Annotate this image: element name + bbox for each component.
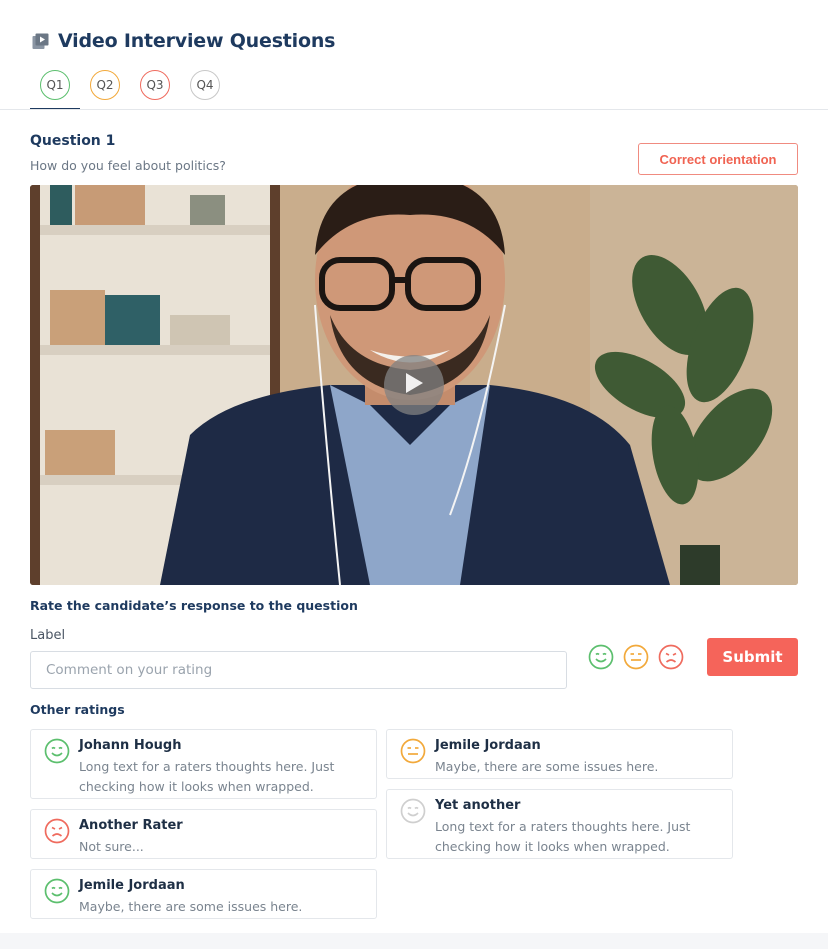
rating-faces (587, 643, 692, 671)
tab-label: Q4 (190, 70, 220, 100)
rating-card: Jemile Jordaan Maybe, there are some iss… (30, 869, 377, 919)
rating-comment: Maybe, there are some issues here. (79, 899, 303, 914)
rater-name: Jemile Jordaan (79, 878, 185, 893)
rating-card: Jemile Jordaan Maybe, there are some iss… (386, 729, 733, 779)
rater-name: Yet another (435, 798, 521, 813)
page-header: Video Interview Questions (30, 30, 335, 52)
tab-q1[interactable]: Q1 (30, 70, 80, 110)
question-text: How do you feel about politics? (30, 158, 226, 173)
rating-comment: Not sure... (79, 839, 144, 854)
neutral-face-icon[interactable] (622, 643, 650, 671)
tab-q3[interactable]: Q3 (130, 70, 180, 110)
video-player[interactable] (30, 185, 798, 585)
tab-label: Q3 (140, 70, 170, 100)
neutral-face-icon (400, 738, 426, 764)
tabs-divider (0, 109, 828, 110)
tab-q2[interactable]: Q2 (80, 70, 130, 110)
rating-card: Another Rater Not sure... (30, 809, 377, 859)
page-title: Video Interview Questions (58, 30, 336, 52)
play-icon (403, 371, 425, 399)
happy-face-icon (44, 738, 70, 764)
tab-q4[interactable]: Q4 (180, 70, 230, 110)
video-library-icon (30, 31, 50, 51)
comment-input[interactable] (30, 651, 567, 689)
sad-face-icon (44, 818, 70, 844)
rater-name: Jemile Jordaan (435, 738, 541, 753)
rater-name: Another Rater (79, 818, 183, 833)
rating-comment: Maybe, there are some issues here. (435, 759, 659, 774)
tab-label: Q2 (90, 70, 120, 100)
rating-card: Johann Hough Long text for a raters thou… (30, 729, 377, 799)
rating-title: Rate the candidate’s response to the que… (30, 598, 358, 613)
happy-face-icon (400, 798, 426, 824)
correct-orientation-button[interactable]: Correct orientation (638, 143, 798, 175)
happy-face-icon (44, 878, 70, 904)
other-ratings-title: Other ratings (30, 702, 125, 717)
happy-face-icon[interactable] (587, 643, 615, 671)
rating-comment: Long text for a raters thoughts here. Ju… (435, 819, 691, 854)
play-button[interactable] (384, 355, 444, 415)
question-tabs: Q1 Q2 Q3 Q4 (30, 70, 230, 110)
rater-name: Johann Hough (79, 738, 182, 753)
rating-comment: Long text for a raters thoughts here. Ju… (79, 759, 335, 794)
comment-label: Label (30, 628, 66, 643)
rating-card: Yet another Long text for a raters thoug… (386, 789, 733, 859)
page-footer-band (0, 933, 828, 949)
submit-button[interactable]: Submit (707, 638, 798, 676)
tab-label: Q1 (40, 70, 70, 100)
question-title: Question 1 (30, 133, 116, 149)
sad-face-icon[interactable] (657, 643, 685, 671)
